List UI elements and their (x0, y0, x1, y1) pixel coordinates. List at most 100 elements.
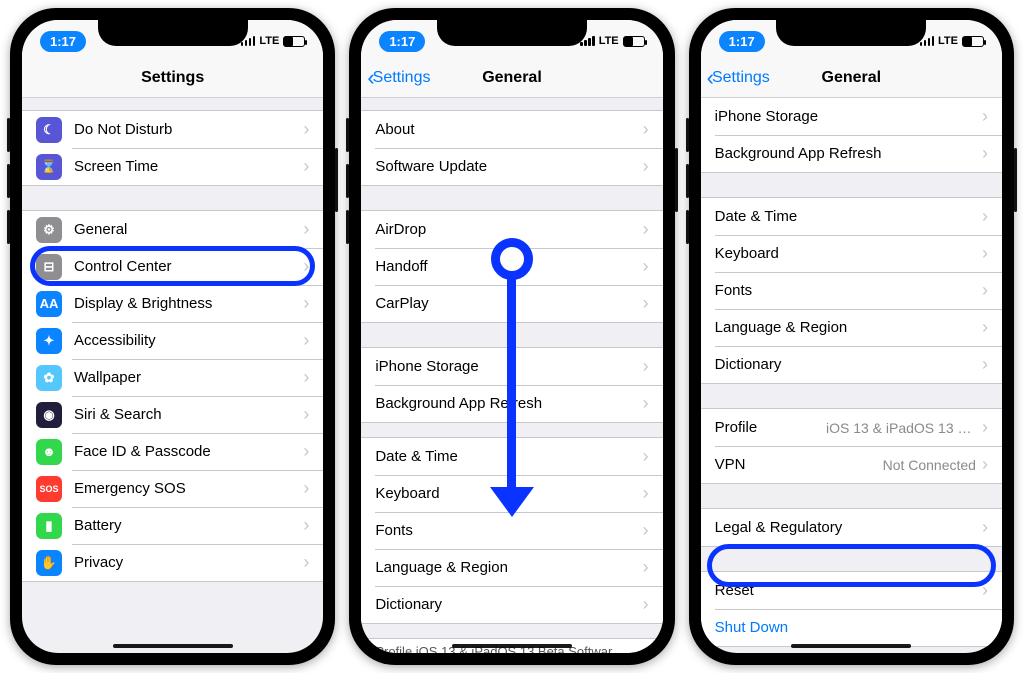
wallpaper-icon: ✿ (36, 365, 62, 391)
row-dictionary[interactable]: Dictionary› (361, 586, 662, 623)
row-iphone-storage[interactable]: iPhone Storage› (361, 348, 662, 385)
notch (437, 20, 587, 46)
chevron-right-icon: › (303, 478, 309, 499)
back-label: Settings (373, 69, 431, 87)
row-emergency-sos[interactable]: SOSEmergency SOS› (22, 470, 323, 507)
row-legal-regulatory[interactable]: Legal & Regulatory› (701, 509, 1002, 546)
row-face-id-passcode[interactable]: ☻Face ID & Passcode› (22, 433, 323, 470)
row-background-app-refresh[interactable]: Background App Refresh› (361, 385, 662, 422)
page-title: General (482, 69, 542, 87)
chevron-right-icon: › (303, 256, 309, 277)
list-group: Date & Time›Keyboard›Fonts›Language & Re… (701, 197, 1002, 384)
battery-icon (623, 36, 645, 47)
row-privacy[interactable]: ✋Privacy› (22, 544, 323, 581)
chevron-right-icon: › (982, 580, 988, 601)
row-date-time[interactable]: Date & Time› (361, 438, 662, 475)
row-label: Keyboard (375, 485, 642, 502)
settings-list[interactable]: ☾ Do Not Disturb › ⌛ Screen Time › ⚙Gene… (22, 98, 323, 653)
chevron-right-icon: › (643, 594, 649, 615)
chevron-right-icon: › (643, 446, 649, 467)
row-label: Dictionary (715, 356, 982, 373)
status-time: 1:17 (40, 31, 86, 52)
phone-settings: 1:17 LTE Settings ☾ Do Not Disturb › ⌛ S… (10, 8, 335, 665)
chevron-right-icon: › (303, 330, 309, 351)
row-language-region[interactable]: Language & Region› (701, 309, 1002, 346)
chevron-right-icon: › (982, 317, 988, 338)
row-label: Accessibility (74, 332, 303, 349)
row-general[interactable]: ⚙General› (22, 211, 323, 248)
chevron-right-icon: › (643, 483, 649, 504)
battery-icon (283, 36, 305, 47)
row-label: Profile (715, 419, 826, 436)
list-group: iPhone Storage›Background App Refresh› (701, 98, 1002, 173)
row-label: Wallpaper (74, 369, 303, 386)
row-label: General (74, 221, 303, 238)
row-iphone-storage[interactable]: iPhone Storage› (701, 98, 1002, 135)
row-siri-search[interactable]: ◉Siri & Search› (22, 396, 323, 433)
back-button[interactable]: ‹ Settings (367, 58, 430, 97)
row-label: Fonts (715, 282, 982, 299)
row-do-not-disturb[interactable]: ☾ Do Not Disturb › (22, 111, 323, 148)
chevron-right-icon: › (643, 356, 649, 377)
row-background-app-refresh[interactable]: Background App Refresh› (701, 135, 1002, 172)
row-vpn[interactable]: VPNNot Connected› (701, 446, 1002, 483)
chevron-right-icon: › (982, 243, 988, 264)
row-label: CarPlay (375, 295, 642, 312)
chevron-right-icon: › (303, 515, 309, 536)
general-list[interactable]: iPhone Storage›Background App Refresh› D… (701, 98, 1002, 653)
row-dictionary[interactable]: Dictionary› (701, 346, 1002, 383)
row-fonts[interactable]: Fonts› (361, 512, 662, 549)
row-profile[interactable]: ProfileiOS 13 & iPadOS 13 Beta Softwar..… (701, 409, 1002, 446)
chevron-right-icon: › (643, 520, 649, 541)
row-software-update[interactable]: Software Update› (361, 148, 662, 185)
chevron-right-icon: › (643, 293, 649, 314)
status-time: 1:17 (719, 31, 765, 52)
row-label: Screen Time (74, 158, 303, 175)
row-label: Display & Brightness (74, 295, 303, 312)
row-label: Software Update (375, 158, 642, 175)
row-display-brightness[interactable]: AADisplay & Brightness› (22, 285, 323, 322)
battery-icon (962, 36, 984, 47)
settings-group: ☾ Do Not Disturb › ⌛ Screen Time › (22, 110, 323, 186)
list-group: Date & Time›Keyboard›Fonts›Language & Re… (361, 437, 662, 624)
notch (776, 20, 926, 46)
home-indicator[interactable] (452, 644, 572, 648)
chevron-right-icon: › (303, 367, 309, 388)
row-keyboard[interactable]: Keyboard› (701, 235, 1002, 272)
chevron-right-icon: › (303, 441, 309, 462)
row-accessibility[interactable]: ✦Accessibility› (22, 322, 323, 359)
list-group: Legal & Regulatory› (701, 508, 1002, 547)
row-carplay[interactable]: CarPlay› (361, 285, 662, 322)
row-control-center[interactable]: ⊟Control Center› (22, 248, 323, 285)
row-shut-down[interactable]: Shut Down (701, 609, 1002, 646)
status-indicators: LTE (241, 35, 305, 47)
row-screen-time[interactable]: ⌛ Screen Time › (22, 148, 323, 185)
row-about[interactable]: About› (361, 111, 662, 148)
list-group: Reset›Shut Down (701, 571, 1002, 647)
list-group: AirDrop›Handoff›CarPlay› (361, 210, 662, 323)
home-indicator[interactable] (113, 644, 233, 648)
row-fonts[interactable]: Fonts› (701, 272, 1002, 309)
chevron-right-icon: › (982, 454, 988, 475)
general-list[interactable]: About›Software Update› AirDrop›Handoff›C… (361, 98, 662, 653)
home-indicator[interactable] (791, 644, 911, 648)
phone-general-top: 1:17 LTE ‹ Settings General About›Softwa… (349, 8, 674, 665)
row-handoff[interactable]: Handoff› (361, 248, 662, 285)
row-airdrop[interactable]: AirDrop› (361, 211, 662, 248)
row-wallpaper[interactable]: ✿ Wallpaper› (22, 359, 323, 396)
row-label: Control Center (74, 258, 303, 275)
notch (98, 20, 248, 46)
row-label: Background App Refresh (375, 395, 642, 412)
row-language-region[interactable]: Language & Region› (361, 549, 662, 586)
battery-icon: ▮ (36, 513, 62, 539)
back-button[interactable]: ‹ Settings (707, 58, 770, 97)
carrier-label: LTE (938, 35, 958, 47)
row-keyboard[interactable]: Keyboard› (361, 475, 662, 512)
row-reset[interactable]: Reset› (701, 572, 1002, 609)
row-label: Emergency SOS (74, 480, 303, 497)
row-date-time[interactable]: Date & Time› (701, 198, 1002, 235)
row-battery[interactable]: ▮Battery› (22, 507, 323, 544)
row-label: Language & Region (375, 559, 642, 576)
chevron-right-icon: › (982, 206, 988, 227)
status-indicators: LTE (580, 35, 644, 47)
